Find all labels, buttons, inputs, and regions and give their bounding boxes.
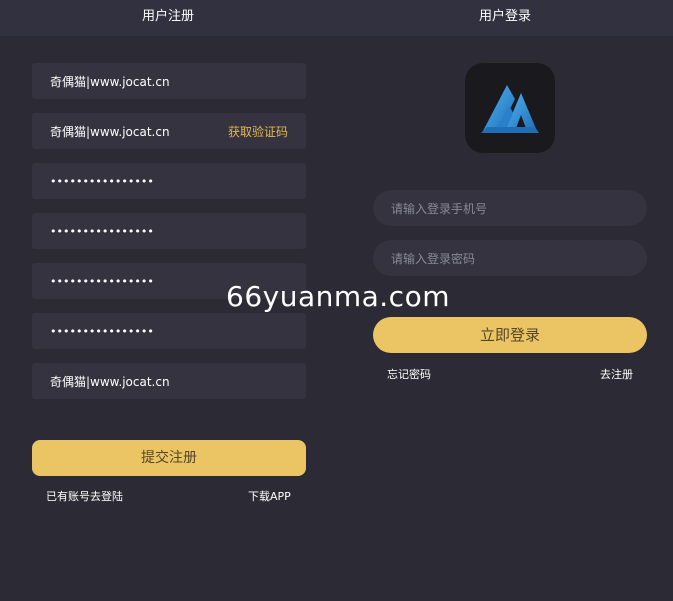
password-value: •••••••••••••••• [50,174,154,188]
verify-code-value: 奇偶猫|www.jocat.cn [50,124,170,139]
confirm-pay-password-field[interactable]: •••••••••••••••• [32,313,306,349]
confirm-password-field[interactable]: •••••••••••••••• [32,213,306,249]
register-title: 用户注册 [141,9,194,24]
username-value: 奇偶猫|www.jocat.cn [50,74,170,89]
forgot-password-link[interactable]: 忘记密码 [387,366,431,382]
login-button[interactable]: 立即登录 [373,317,647,353]
phone-input[interactable]: 请输入登录手机号 [373,190,647,226]
login-password-placeholder: 请输入登录密码 [391,251,476,266]
get-code-button[interactable]: 获取验证码 [228,123,288,140]
download-app-link[interactable]: 下载APP [248,488,291,504]
go-register-link[interactable]: 去注册 [600,366,633,382]
password-field[interactable]: •••••••••••••••• [32,163,306,199]
invite-code-value: 奇偶猫|www.jocat.cn [50,374,170,389]
app-logo [465,63,555,153]
have-account-link[interactable]: 已有账号去登陆 [46,488,123,504]
watermark-text: 66yuanma.com [226,280,450,313]
invite-code-field[interactable]: 奇偶猫|www.jocat.cn [32,363,306,399]
submit-register-button[interactable]: 提交注册 [32,440,306,476]
login-password-input[interactable]: 请输入登录密码 [373,240,647,276]
username-field[interactable]: 奇偶猫|www.jocat.cn [32,63,306,99]
logo-mountain-icon [481,85,539,133]
confirm-password-value: •••••••••••••••• [50,224,154,238]
login-title: 用户登录 [478,9,531,24]
app-screen: 用户注册 用户登录 奇偶猫|www.jocat.cn 奇偶猫|www.jocat… [0,0,673,601]
confirm-pay-password-value: •••••••••••••••• [50,324,154,338]
verify-code-field[interactable]: 奇偶猫|www.jocat.cn 获取验证码 [32,113,306,149]
pay-password-value: •••••••••••••••• [50,274,154,288]
phone-placeholder: 请输入登录手机号 [391,201,488,216]
